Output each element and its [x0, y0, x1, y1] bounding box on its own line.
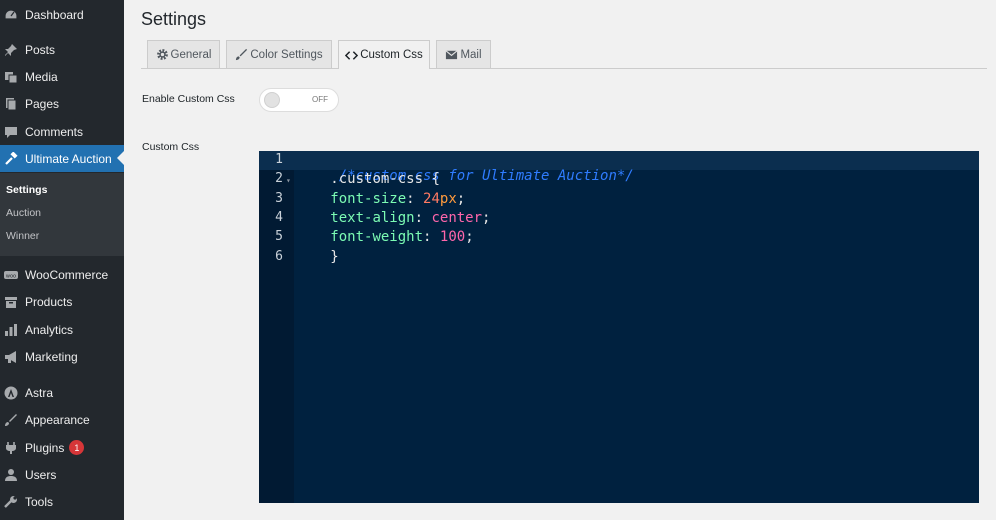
user-icon [4, 468, 18, 482]
enable-custom-css-label: Enable Custom Css [142, 93, 235, 105]
tab-label: General [170, 48, 212, 61]
code-selector: .custom-css { [330, 171, 440, 187]
sidebar-item-woocommerce[interactable]: woo WooCommerce [0, 261, 124, 288]
code-closing-brace: } [330, 249, 339, 265]
sidebar-item-dashboard[interactable]: Dashboard [0, 1, 124, 28]
sidebar-item-marketing[interactable]: Marketing [0, 343, 124, 370]
toggle-state-text: OFF [312, 95, 328, 104]
sidebar-item-label: Products [25, 294, 73, 309]
code-line-6: } [305, 249, 339, 265]
sidebar-item-label: Users [25, 467, 57, 482]
code-number: 100 [439, 229, 466, 245]
line-number: 4 [275, 210, 283, 225]
pages-icon [4, 97, 18, 111]
sidebar-item-label: Media [25, 69, 58, 84]
fold-toggle-icon[interactable]: ▾ [286, 176, 291, 185]
sidebar-item-label: Plugins [25, 440, 65, 455]
sidebar-item-media[interactable]: Media [0, 63, 124, 90]
sidebar-item-label: WooCommerce [25, 267, 109, 282]
plugin-icon [4, 441, 18, 455]
megaphone-icon [4, 350, 18, 364]
sidebar-item-comments[interactable]: Comments [0, 118, 124, 145]
sidebar-item-label: Astra [25, 385, 54, 400]
admin-sidebar: Dashboard Posts Media Pages Comments Ult… [0, 0, 124, 520]
sidebar-item-plugins[interactable]: Plugins 1 [0, 434, 124, 461]
pushpin-icon [4, 43, 18, 57]
code-number: 24 [423, 191, 440, 207]
code-line-3: font-size: 24px; [330, 191, 466, 207]
gear-icon [156, 48, 169, 61]
code-property: font-size [330, 191, 407, 207]
line-number: 3 [275, 191, 283, 206]
tab-general[interactable]: General [147, 40, 220, 68]
line-number: 6 [275, 249, 283, 264]
sidebar-item-appearance[interactable]: Appearance [0, 406, 124, 433]
sidebar-item-label: Dashboard [25, 7, 84, 22]
enable-custom-css-toggle[interactable]: OFF [259, 88, 339, 112]
brush-icon [235, 48, 248, 61]
sidebar-item-label: Comments [25, 124, 84, 139]
sidebar-item-label: Analytics [25, 322, 74, 337]
tab-color-settings[interactable]: Color Settings [226, 40, 332, 68]
code-line-2: .custom-css { [305, 171, 440, 187]
code-unit: px [439, 191, 457, 207]
sidebar-item-analytics[interactable]: Analytics [0, 316, 124, 343]
comment-icon [4, 125, 18, 139]
code-line-4: text-align: center; [330, 210, 491, 226]
toggle-knob [264, 92, 280, 108]
tab-label: Custom Css [360, 49, 423, 61]
sidebar-item-label: Appearance [25, 412, 90, 427]
tab-custom-css[interactable]: Custom Css [338, 40, 430, 69]
sidebar-item-label: Tools [25, 494, 54, 509]
code-value: center [431, 210, 483, 226]
sidebar-item-posts[interactable]: Posts [0, 36, 124, 63]
woocommerce-icon: woo [4, 268, 18, 282]
code-property: font-weight [330, 229, 424, 245]
code-icon [345, 49, 359, 62]
dashboard-icon [4, 8, 18, 22]
custom-css-label: Custom Css [142, 141, 200, 153]
sidebar-item-label: Marketing [25, 349, 78, 364]
line-number: 5 [275, 229, 283, 244]
wrench-icon [4, 495, 18, 509]
tab-label: Mail [460, 48, 482, 61]
tab-label: Color Settings [250, 48, 323, 61]
brush-icon [4, 413, 18, 427]
submenu: Settings Auction Winner [0, 173, 124, 256]
sidebar-item-pages[interactable]: Pages [0, 90, 124, 117]
tab-mail[interactable]: Mail [436, 40, 491, 68]
sidebar-item-ultimate-auction[interactable]: Ultimate Auction [0, 145, 124, 172]
sidebar-item-users[interactable]: Users [0, 461, 124, 488]
gavel-icon [4, 151, 18, 166]
submenu-item-settings[interactable]: Settings [6, 184, 47, 196]
sidebar-item-label: Ultimate Auction [25, 151, 112, 166]
mail-icon [445, 48, 458, 61]
submenu-item-auction[interactable]: Auction [6, 207, 41, 219]
line-number: 1 [275, 152, 283, 167]
sidebar-item-label: Posts [25, 42, 56, 57]
svg-text:woo: woo [6, 273, 16, 279]
astra-icon [4, 386, 18, 400]
update-count-badge: 1 [69, 440, 85, 455]
code-property: text-align [330, 210, 415, 226]
line-number: 2 [275, 171, 283, 186]
tabs-divider [141, 68, 987, 69]
bar-chart-icon [4, 323, 18, 337]
media-icon [4, 70, 18, 84]
css-code-editor[interactable]: 1 2 3 4 5 6 ▾ /*custom css for Ultimate … [259, 151, 979, 503]
sidebar-item-tools[interactable]: Tools [0, 488, 124, 515]
code-line-5: font-weight: 100; [330, 229, 474, 245]
sidebar-item-products[interactable]: Products [0, 288, 124, 315]
page-title: Settings [141, 9, 207, 29]
sidebar-item-astra[interactable]: Astra [0, 379, 124, 406]
sidebar-item-label: Pages [25, 96, 60, 111]
submenu-item-winner[interactable]: Winner [6, 230, 39, 242]
archive-icon [4, 295, 18, 309]
